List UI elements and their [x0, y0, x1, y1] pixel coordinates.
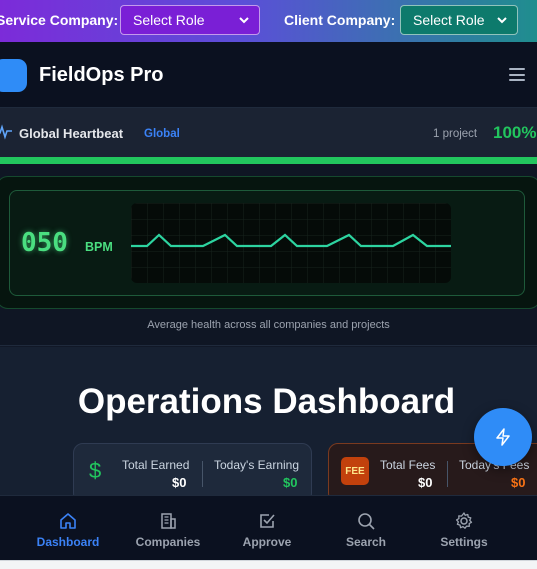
- nav-item-search[interactable]: Search: [316, 496, 416, 561]
- home-icon: [60, 513, 76, 529]
- operations-dashboard: Operations Dashboard $ Total Earned $0 T…: [0, 347, 537, 503]
- nav-item-companies[interactable]: Companies: [118, 496, 218, 561]
- bpm-value: 050: [21, 228, 68, 258]
- page-bottom-edge: [0, 560, 537, 569]
- chevron-down-icon: [497, 17, 507, 24]
- role-bar: Service Company: Select Role Client Comp…: [0, 0, 537, 42]
- today-fees-value: $0: [511, 475, 526, 490]
- health-progress-bar: [0, 157, 537, 164]
- app-header: FieldOps Pro: [0, 42, 537, 108]
- heartbeat-scope-link[interactable]: Global: [144, 128, 180, 140]
- hamburger-menu-icon[interactable]: [509, 68, 525, 81]
- service-company-label: Service Company:: [0, 12, 119, 28]
- total-earned-label: Total Earned: [122, 458, 190, 472]
- card-divider: [202, 461, 203, 487]
- checkbox-icon: [260, 514, 275, 528]
- app-name: FieldOps Pro: [39, 64, 164, 86]
- building-icon: [161, 513, 176, 529]
- app-page: Service Company: Select Role Client Comp…: [0, 0, 537, 569]
- total-fees-value: $0: [418, 475, 433, 490]
- pulse-icon: [0, 124, 12, 140]
- quick-action-button[interactable]: [474, 408, 532, 466]
- nav-label: Approve: [242, 535, 292, 549]
- heart-monitor-section: 050 BPM Average health across all compan…: [0, 164, 537, 346]
- bpm-unit: BPM: [85, 240, 113, 254]
- client-role-value: Select Role: [413, 12, 485, 28]
- chevron-down-icon: [239, 17, 249, 24]
- heartbeat-title: Global Heartbeat: [19, 126, 124, 141]
- nav-item-settings[interactable]: Settings: [414, 496, 514, 561]
- total-fees-label: Total Fees: [380, 458, 436, 472]
- project-count: 1 project: [433, 128, 478, 140]
- nav-label: Companies: [135, 535, 201, 549]
- ecg-waveform: [131, 203, 451, 283]
- app-logo[interactable]: [0, 59, 27, 92]
- bottom-navigation: Dashboard Companies Approve Search Setti…: [0, 495, 537, 560]
- health-percent: 100%: [493, 123, 537, 142]
- nav-label: Search: [345, 535, 387, 549]
- today-earning-value: $0: [283, 475, 298, 490]
- client-company-label: Client Company:: [284, 12, 396, 28]
- nav-item-dashboard[interactable]: Dashboard: [18, 496, 118, 561]
- heartbeat-strip: Global Heartbeat Global 1 project 100%: [0, 108, 537, 158]
- service-role-value: Select Role: [133, 12, 205, 28]
- fee-icon: FEE: [341, 457, 369, 485]
- gear-icon: [455, 512, 473, 529]
- lightning-icon: [496, 428, 510, 446]
- nav-label: Dashboard: [36, 535, 100, 549]
- nav-label: Settings: [440, 535, 488, 549]
- nav-item-approve[interactable]: Approve: [217, 496, 317, 561]
- total-earned-value: $0: [172, 475, 187, 490]
- today-earning-label: Today's Earning: [214, 458, 300, 472]
- search-icon: [358, 513, 375, 530]
- service-role-select[interactable]: Select Role: [120, 5, 260, 35]
- earnings-card[interactable]: $ Total Earned $0 Today's Earning $0: [73, 443, 312, 503]
- monitor-caption: Average health across all companies and …: [147, 319, 390, 331]
- client-role-select[interactable]: Select Role: [400, 5, 518, 35]
- card-divider: [447, 461, 448, 487]
- page-title: Operations Dashboard: [77, 382, 456, 421]
- dollar-icon: $: [89, 458, 102, 483]
